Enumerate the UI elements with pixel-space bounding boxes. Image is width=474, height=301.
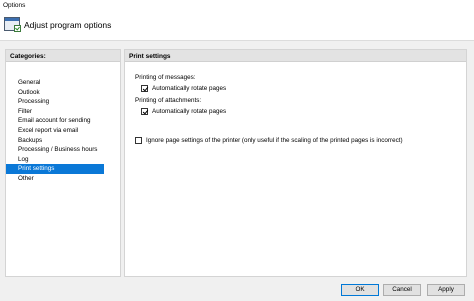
- categories-panel: Categories: General Outlook Processing F…: [5, 49, 121, 277]
- category-log[interactable]: Log: [6, 155, 120, 165]
- settings-window-icon: [4, 17, 21, 32]
- categories-list: General Outlook Processing Filter Email …: [6, 62, 120, 184]
- category-processing[interactable]: Processing: [6, 97, 120, 107]
- attachments-rotate-option[interactable]: Automatically rotate pages: [141, 107, 226, 115]
- messages-rotate-option[interactable]: Automatically rotate pages: [141, 84, 226, 92]
- attachments-rotate-checkbox[interactable]: [141, 107, 148, 115]
- category-excel-report[interactable]: Excel report via email: [6, 126, 120, 136]
- ignore-printer-checkbox[interactable]: [135, 136, 142, 144]
- attachments-rotate-label: Automatically rotate pages: [152, 107, 227, 115]
- ignore-printer-label: Ignore page settings of the printer (onl…: [146, 136, 403, 144]
- messages-rotate-checkbox[interactable]: [141, 84, 148, 92]
- cancel-button[interactable]: Cancel: [383, 284, 421, 296]
- category-general[interactable]: General: [6, 78, 120, 88]
- ignore-printer-option[interactable]: Ignore page settings of the printer (onl…: [135, 136, 403, 144]
- category-other[interactable]: Other: [6, 174, 120, 184]
- category-filter[interactable]: Filter: [6, 107, 120, 117]
- print-settings-heading: Print settings: [125, 50, 466, 62]
- messages-section-label: Printing of messages:: [135, 74, 196, 81]
- category-print-settings[interactable]: Print settings: [6, 164, 104, 174]
- ok-button[interactable]: OK: [341, 284, 379, 296]
- dialog-header: Adjust program options: [0, 12, 474, 40]
- category-email-account[interactable]: Email account for sending: [6, 116, 120, 126]
- apply-button[interactable]: Apply: [427, 284, 465, 296]
- print-settings-panel: Print settings Printing of messages: Aut…: [124, 49, 467, 277]
- window-title: Options: [3, 2, 26, 9]
- checkmark-icon: [14, 25, 21, 32]
- category-business-hours[interactable]: Processing / Business hours: [6, 145, 120, 155]
- dialog-body: Categories: General Outlook Processing F…: [0, 40, 474, 301]
- messages-rotate-label: Automatically rotate pages: [152, 84, 227, 92]
- window-titlebar: Options: [0, 0, 474, 12]
- category-outlook[interactable]: Outlook: [6, 88, 120, 98]
- category-backups[interactable]: Backups: [6, 136, 120, 146]
- attachments-section-label: Printing of attachments:: [135, 97, 202, 104]
- dialog-header-title: Adjust program options: [24, 20, 112, 30]
- categories-heading: Categories:: [6, 50, 120, 62]
